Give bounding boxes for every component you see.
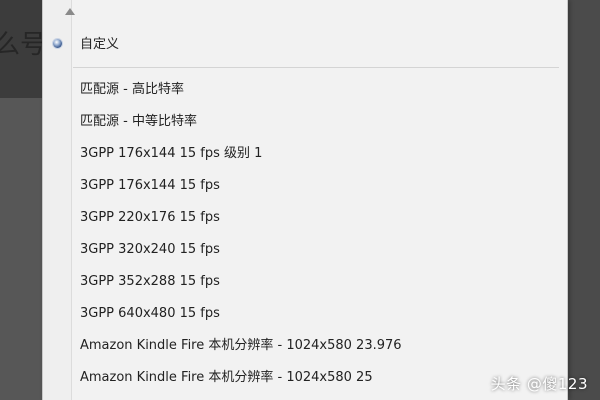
menu-item[interactable]: Amazon Kindle Fire 本机分辨率 - 1024x580 23.9… [80,333,550,359]
menu-item[interactable]: 3GPP 640x480 15 fps [80,301,550,327]
menu-item-custom[interactable]: 自定义 [80,32,550,58]
menu-item[interactable]: 3GPP 220x176 15 fps [80,205,550,231]
menu-item[interactable]: Amazon Kindle Fire 本机分辨率 - 1024x580 25 [80,365,550,391]
menu-separator [73,67,559,68]
triangle-up-icon[interactable] [65,8,75,15]
background-right-strip [566,0,600,400]
menu-item[interactable]: 匹配源 - 中等比特率 [80,109,550,135]
menu-icon-column [43,0,72,400]
menu-item[interactable]: 3GPP 176x144 15 fps 级别 1 [80,141,550,167]
menu-item[interactable]: 3GPP 176x144 15 fps [80,173,550,199]
background-text-fragment: 么号 [0,30,47,60]
preset-dropdown-menu[interactable]: 自定义 匹配源 - 高比特率 匹配源 - 中等比特率 3GPP 176x144 … [42,0,568,400]
menu-item[interactable]: 3GPP 320x240 15 fps [80,237,550,263]
menu-item[interactable]: 匹配源 - 高比特率 [80,77,550,103]
screen: 么号 自定义 匹配源 - 高比特率 匹配源 - 中等比特率 3GPP 176x1… [0,0,600,400]
radio-selected-icon [53,39,62,48]
menu-item[interactable]: 3GPP 352x288 15 fps [80,269,550,295]
watermark: 头条 @傻123 [490,375,588,393]
